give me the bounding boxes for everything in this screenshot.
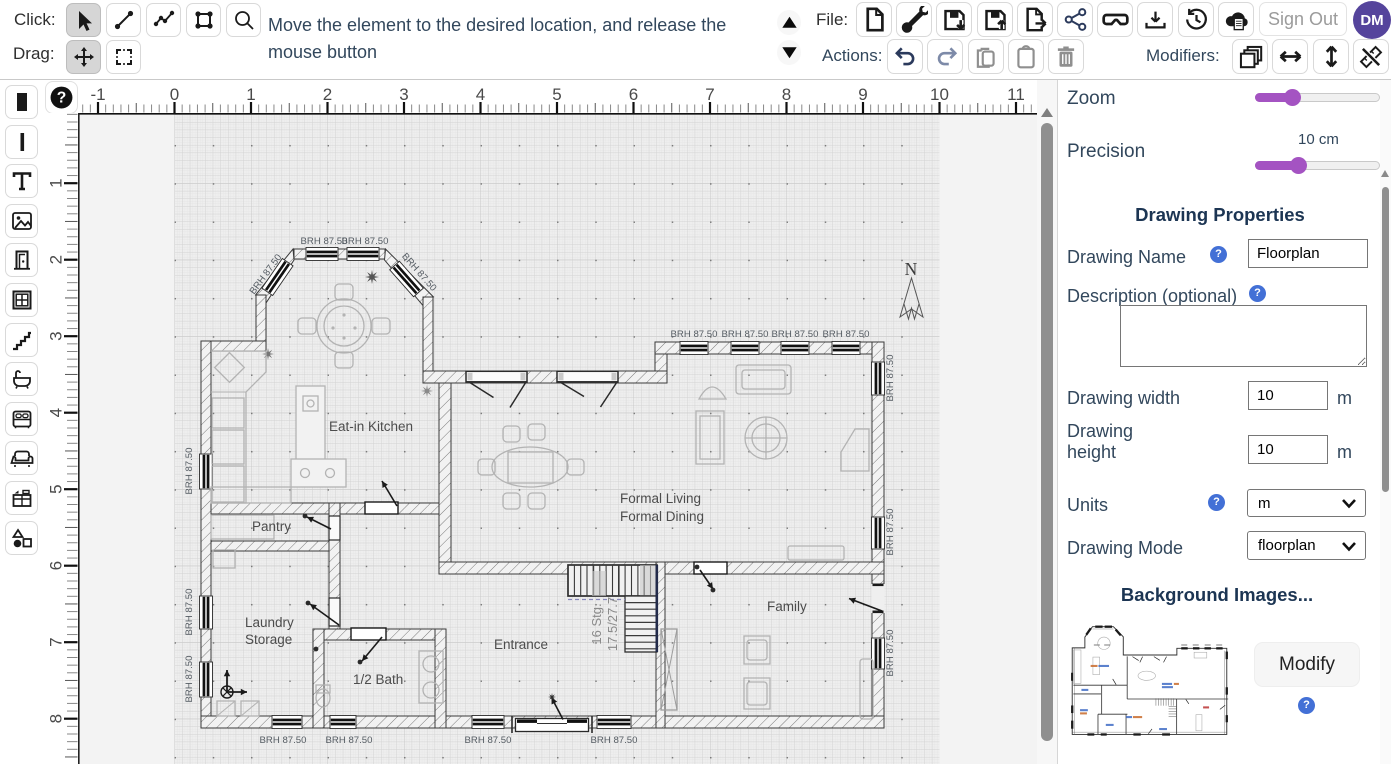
svg-text:BRH 87.50: BRH 87.50 [465,735,512,746]
svg-text:BRH 87.50: BRH 87.50 [260,735,307,746]
svg-text:4: 4 [476,85,485,104]
svg-text:BRH 87.50: BRH 87.50 [184,656,195,703]
svg-text:BRH 87.50: BRH 87.50 [885,630,896,677]
svg-text:5: 5 [46,484,65,493]
svg-text:16 Stg.: 16 Stg. [589,603,604,644]
svg-text:BRH 87.50: BRH 87.50 [671,329,718,340]
svg-text:8: 8 [782,85,791,104]
svg-text:BRH 87.50: BRH 87.50 [326,735,373,746]
svg-text:Pantry: Pantry [252,519,291,534]
svg-text:2: 2 [46,255,65,264]
svg-text:Storage: Storage [245,632,292,647]
svg-text:17.5/27.7: 17.5/27.7 [605,597,620,651]
svg-text:BRH 87.50: BRH 87.50 [301,236,348,247]
svg-text:Entrance: Entrance [494,637,548,652]
svg-text:4: 4 [46,408,65,417]
svg-text:1/2 Bath: 1/2 Bath [353,672,403,687]
svg-text:BRH 87.50: BRH 87.50 [885,355,896,402]
svg-text:BRH 87.50: BRH 87.50 [885,509,896,556]
svg-text:5: 5 [552,85,561,104]
svg-text:7: 7 [705,85,714,104]
svg-text:Family: Family [767,599,807,614]
svg-text:BRH 87.50: BRH 87.50 [184,589,195,636]
svg-text:N: N [905,259,918,279]
svg-text:10: 10 [930,85,949,104]
svg-text:BRH 87.50: BRH 87.50 [184,448,195,495]
svg-text:Laundry: Laundry [245,615,294,630]
svg-text:0: 0 [170,85,179,104]
svg-text:2: 2 [323,85,332,104]
svg-text:-1: -1 [90,85,105,104]
svg-text:1: 1 [46,178,65,187]
svg-text:BRH 87.50: BRH 87.50 [722,329,769,340]
svg-text:11: 11 [1007,85,1025,104]
svg-text:BRH 87.50: BRH 87.50 [823,329,870,340]
svg-text:?: ? [57,90,67,107]
svg-text:Formal Dining: Formal Dining [620,509,704,524]
svg-text:6: 6 [46,561,65,570]
svg-text:7: 7 [46,637,65,646]
svg-text:8: 8 [46,714,65,723]
svg-text:9: 9 [858,85,867,104]
svg-text:3: 3 [46,331,65,340]
svg-text:BRH 87.50: BRH 87.50 [342,236,389,247]
svg-text:6: 6 [629,85,638,104]
svg-text:3: 3 [399,85,408,104]
svg-text:Eat-in Kitchen: Eat-in Kitchen [329,419,413,434]
svg-text:Formal Living: Formal Living [620,491,701,506]
svg-text:1: 1 [246,85,255,104]
svg-text:BRH 87.50: BRH 87.50 [772,329,819,340]
svg-text:BRH 87.50: BRH 87.50 [591,735,638,746]
